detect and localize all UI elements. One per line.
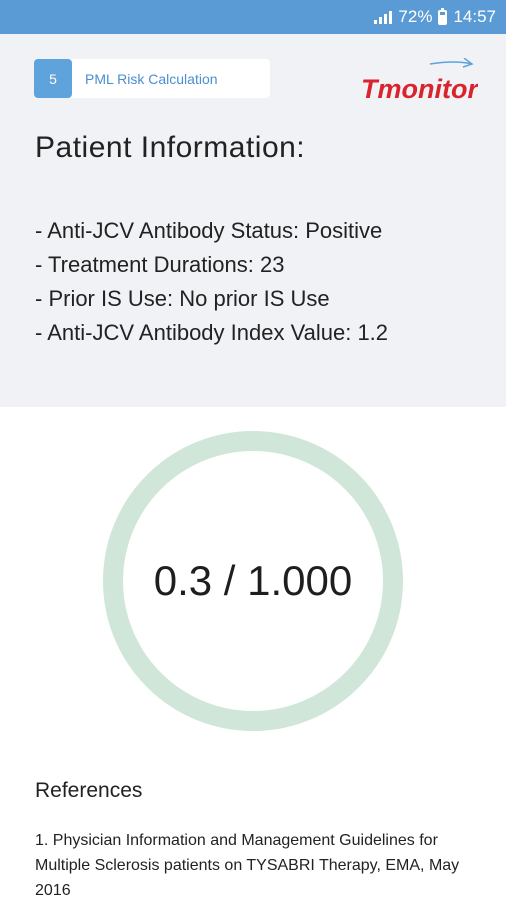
risk-ring: 0.3 / 1.000 (102, 430, 404, 732)
references-title: References (35, 779, 143, 802)
patient-info-panel: 5 PML Risk Calculation Tmonitor Patient … (0, 34, 506, 407)
status-bar: 72% 14:57 (0, 0, 506, 34)
patient-info-title: Patient Information: (35, 131, 306, 164)
info-line-prior-is-use: - Prior IS Use: No prior IS Use (35, 286, 330, 311)
patient-info-list: - Anti-JCV Antibody Status: Positive - T… (35, 214, 495, 350)
info-line-antibody-status: - Anti-JCV Antibody Status: Positive (35, 218, 383, 243)
battery-percent: 72% (398, 7, 433, 26)
battery-icon (438, 7, 448, 25)
clock: 14:57 (453, 7, 496, 26)
signal-icon (374, 10, 393, 24)
step-indicator: 5 PML Risk Calculation (34, 59, 270, 98)
info-line-index-value: - Anti-JCV Antibody Index Value: 1.2 (35, 320, 389, 345)
step-number-badge: 5 (34, 59, 72, 98)
reference-item: 1. Physician Information and Management … (35, 832, 460, 899)
step-label: PML Risk Calculation (85, 70, 218, 87)
tmonitor-logo: Tmonitor (360, 57, 479, 108)
svg-text:Tmonitor: Tmonitor (361, 74, 478, 104)
info-line-treatment-duration: - Treatment Durations: 23 (35, 252, 285, 277)
risk-value: 0.3 / 1.000 (153, 557, 353, 604)
